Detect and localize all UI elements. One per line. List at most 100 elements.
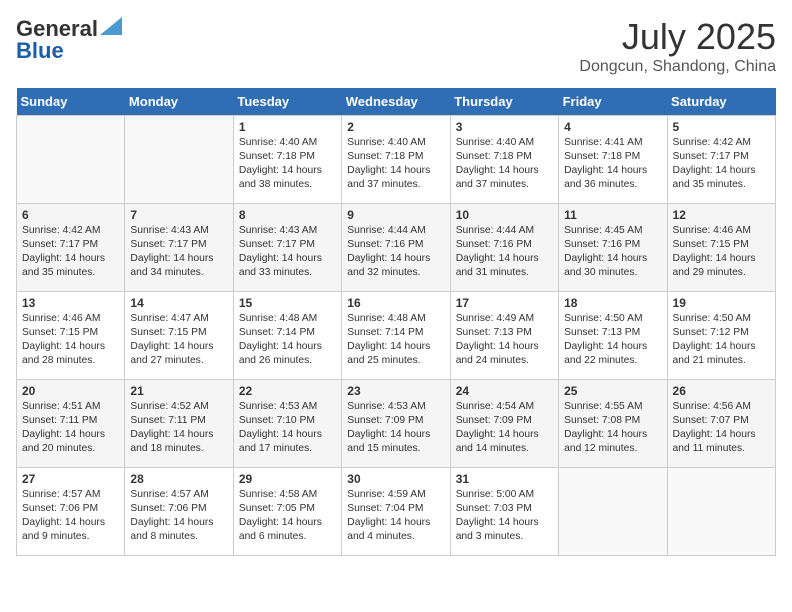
calendar-cell-day-11: 11Sunrise: 4:45 AMSunset: 7:16 PMDayligh… <box>559 204 667 292</box>
calendar-cell-day-23: 23Sunrise: 4:53 AMSunset: 7:09 PMDayligh… <box>342 380 450 468</box>
cell-line: Daylight: 14 hours <box>130 429 213 440</box>
calendar-week-5: 27Sunrise: 4:57 AMSunset: 7:06 PMDayligh… <box>17 468 776 556</box>
cell-line: Daylight: 14 hours <box>22 429 105 440</box>
cell-line: and 6 minutes. <box>239 531 307 542</box>
calendar-cell-day-19: 19Sunrise: 4:50 AMSunset: 7:12 PMDayligh… <box>667 292 775 380</box>
cell-line: Daylight: 14 hours <box>673 429 756 440</box>
cell-line: and 9 minutes. <box>22 531 90 542</box>
cell-line: and 20 minutes. <box>22 443 95 454</box>
cell-line: and 18 minutes. <box>130 443 203 454</box>
cell-line: Daylight: 14 hours <box>130 253 213 264</box>
cell-content: Sunrise: 4:47 AMSunset: 7:15 PMDaylight:… <box>130 312 227 368</box>
calendar-cell-day-14: 14 Sunrise: 4:47 AMSunset: 7:15 PMDayligh… <box>125 292 233 380</box>
cell-line: Sunrise: 4:51 AM <box>22 401 100 412</box>
cell-line: Sunset: 7:12 PM <box>673 327 749 338</box>
cell-line: Sunset: 7:17 PM <box>22 239 98 250</box>
cell-line: and 26 minutes. <box>239 355 312 366</box>
cell-line: Sunset: 7:18 PM <box>564 151 640 162</box>
calendar-cell-day-29: 29Sunrise: 4:58 AMSunset: 7:05 PMDayligh… <box>233 468 341 556</box>
cell-line: Daylight: 14 hours <box>456 429 539 440</box>
cell-line: Daylight: 14 hours <box>239 253 322 264</box>
cell-content: Sunrise: 4:50 AMSunset: 7:12 PMDaylight:… <box>673 312 770 368</box>
cell-line: Daylight: 14 hours <box>239 517 322 528</box>
cell-line: Sunset: 7:07 PM <box>673 415 749 426</box>
calendar-cell-day-27: 27Sunrise: 4:57 AMSunset: 7:06 PMDayligh… <box>17 468 125 556</box>
cell-line: Sunset: 7:05 PM <box>239 503 315 514</box>
cell-content: Sunrise: 4:45 AMSunset: 7:16 PMDaylight:… <box>564 224 661 280</box>
calendar-cell-day-26: 26Sunrise: 4:56 AMSunset: 7:07 PMDayligh… <box>667 380 775 468</box>
cell-line: Sunrise: 4:46 AM <box>22 313 100 324</box>
cell-line: Sunset: 7:04 PM <box>347 503 423 514</box>
cell-content: Sunrise: 4:40 AMSunset: 7:18 PMDaylight:… <box>239 136 336 192</box>
calendar-cell-day-25: 25Sunrise: 4:55 AMSunset: 7:08 PMDayligh… <box>559 380 667 468</box>
header-monday: Monday <box>125 88 233 116</box>
calendar-cell-day-28: 28Sunrise: 4:57 AMSunset: 7:06 PMDayligh… <box>125 468 233 556</box>
cell-line: Sunrise: 4:55 AM <box>564 401 642 412</box>
cell-line: Daylight: 14 hours <box>564 429 647 440</box>
cell-content: Sunrise: 4:48 AMSunset: 7:14 PMDaylight:… <box>239 312 336 368</box>
cell-line: Daylight: 14 hours <box>22 253 105 264</box>
cell-line: Daylight: 14 hours <box>673 165 756 176</box>
day-number: 15 <box>239 296 336 310</box>
cell-line: Sunset: 7:13 PM <box>456 327 532 338</box>
cell-line: Sunrise: 4:59 AM <box>347 489 425 500</box>
cell-line: and 30 minutes. <box>564 267 637 278</box>
cell-line: and 17 minutes. <box>239 443 312 454</box>
calendar-week-4: 20Sunrise: 4:51 AMSunset: 7:11 PMDayligh… <box>17 380 776 468</box>
day-number: 5 <box>673 120 770 134</box>
cell-line: Sunset: 7:15 PM <box>22 327 98 338</box>
cell-line: Sunset: 7:16 PM <box>456 239 532 250</box>
cell-line: Daylight: 14 hours <box>239 341 322 352</box>
day-number: 21 <box>130 384 227 398</box>
cell-content: Sunrise: 4:46 AMSunset: 7:15 PMDaylight:… <box>22 312 119 368</box>
cell-content: Sunrise: 4:57 AMSunset: 7:06 PMDaylight:… <box>22 488 119 544</box>
day-number: 13 <box>22 296 119 310</box>
cell-line: and 4 minutes. <box>347 531 415 542</box>
cell-line: Sunrise: 4:42 AM <box>22 225 100 236</box>
cell-content: Sunrise: 4:46 AMSunset: 7:15 PMDaylight:… <box>673 224 770 280</box>
calendar-week-3: 13 Sunrise: 4:46 AM Sunset: 7:15 PM Dayligh… <box>17 292 776 380</box>
cell-line: and 34 minutes. <box>130 267 203 278</box>
cell-line: Sunrise: 4:44 AM <box>456 225 534 236</box>
calendar-cell-day-22: 22Sunrise: 4:53 AMSunset: 7:10 PMDayligh… <box>233 380 341 468</box>
cell-line: and 27 minutes. <box>130 355 203 366</box>
cell-line: and 24 minutes. <box>456 355 529 366</box>
calendar-cell-empty <box>667 468 775 556</box>
day-number: 26 <box>673 384 770 398</box>
cell-line: Sunset: 7:09 PM <box>347 415 423 426</box>
calendar-cell-day-3: 3Sunrise: 4:40 AMSunset: 7:18 PMDaylight… <box>450 116 558 204</box>
cell-content: Sunrise: 4:53 AMSunset: 7:10 PMDaylight:… <box>239 400 336 456</box>
cell-line: Daylight: 14 hours <box>456 341 539 352</box>
cell-line: and 25 minutes. <box>347 355 420 366</box>
title-block: July 2025 Dongcun, Shandong, China <box>579 16 776 76</box>
calendar-cell-day-16: 16Sunrise: 4:48 AMSunset: 7:14 PMDayligh… <box>342 292 450 380</box>
cell-line: Sunset: 7:06 PM <box>22 503 98 514</box>
cell-line: Daylight: 14 hours <box>347 429 430 440</box>
cell-line: Daylight: 14 hours <box>673 341 756 352</box>
cell-content: Sunrise: 4:48 AMSunset: 7:14 PMDaylight:… <box>347 312 444 368</box>
cell-content: Sunrise: 4:43 AMSunset: 7:17 PMDaylight:… <box>239 224 336 280</box>
cell-line: and 12 minutes. <box>564 443 637 454</box>
cell-line: Sunset: 7:18 PM <box>239 151 315 162</box>
day-number: 30 <box>347 472 444 486</box>
cell-line: Sunset: 7:09 PM <box>456 415 532 426</box>
calendar-cell-day-2: 2Sunrise: 4:40 AMSunset: 7:18 PMDaylight… <box>342 116 450 204</box>
day-number: 14 <box>130 296 227 310</box>
logo: General Blue <box>16 16 122 64</box>
cell-line: Sunset: 7:18 PM <box>456 151 532 162</box>
cell-content: Sunrise: 4:51 AMSunset: 7:11 PMDaylight:… <box>22 400 119 456</box>
cell-content: Sunrise: 4:44 AMSunset: 7:16 PMDaylight:… <box>347 224 444 280</box>
header-thursday: Thursday <box>450 88 558 116</box>
calendar-cell-day-30: 30Sunrise: 4:59 AMSunset: 7:04 PMDayligh… <box>342 468 450 556</box>
day-number: 7 <box>130 208 227 222</box>
cell-line: and 32 minutes. <box>347 267 420 278</box>
cell-content: Sunrise: 4:50 AMSunset: 7:13 PMDaylight:… <box>564 312 661 368</box>
cell-line: and 31 minutes. <box>456 267 529 278</box>
cell-content: Sunrise: 4:59 AMSunset: 7:04 PMDaylight:… <box>347 488 444 544</box>
day-number: 4 <box>564 120 661 134</box>
cell-line: and 15 minutes. <box>347 443 420 454</box>
cell-content: Sunrise: 4:42 AM Sunset: 7:17 PM Daylight:… <box>22 224 119 280</box>
day-number: 1 <box>239 120 336 134</box>
cell-line: Sunset: 7:11 PM <box>130 415 205 426</box>
location-title: Dongcun, Shandong, China <box>579 58 776 76</box>
